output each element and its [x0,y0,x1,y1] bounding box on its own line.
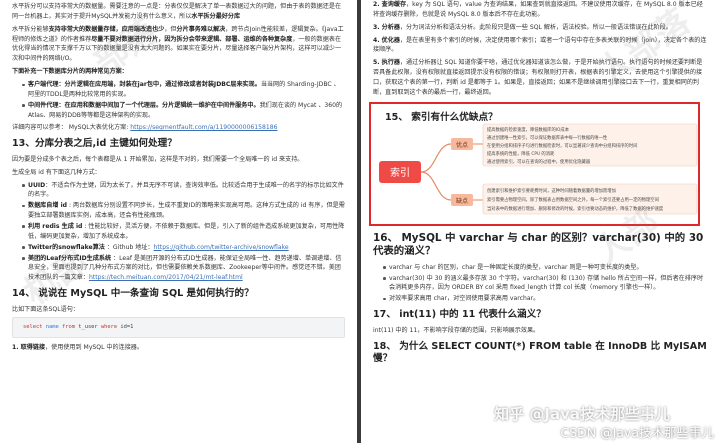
paragraph: 5. 执行器，通过分析器让 SQL 知道你要干啥，通过优化器知道该怎么做，于是开… [373,59,703,96]
reference-line: 详细内容可以参考： MySQL大表优化方案: https://segmentfa… [12,124,278,132]
section-heading-16: 16、 MySQL 中 varchar 与 char 的区别？varchar(3… [373,231,704,258]
bullet-list: 客户端代理：分片逻辑在应用端，封装在jar包中，通过修改或者封装JDBC层来实现… [12,80,345,120]
list-item: 美团的Leaf分布式ID生成系统 ：Leaf 是美团开源的分布式ID生成器，能保… [22,254,345,284]
right-page: 2. 查询缓存，key 为 SQL 语句，value 为查询结果，如果查到就直接… [361,0,720,443]
paragraph: 生成全局 id 有下面这几种方式： [12,168,101,176]
paragraph: int(11) 中的 11，不影响字段存储的范围，只影响展示效果。 [373,326,540,334]
pro-node-label: 优点 [456,141,468,149]
paragraph: 下面补充一下数据库分片的两种常见方案： [12,68,128,76]
con-node-label: 缺点 [456,197,468,205]
branch-line [420,171,452,201]
index-pros-cons-diagram: 索引 优点 缺点 提高数据的检索速度，降低数据库的IO成本 通过创建唯一性索引，… [379,123,698,215]
pro-item: 通过创建唯一性索引，可以保证数据库表中每一行数据的唯一性 [487,134,608,141]
con-item: 当对表中的数据进行增加、删除和修改的时候，索引也要动态的维护，降低了数据的维护速… [487,205,664,212]
paragraph: 因为要是分成多个表之后，每个表都是从 1 开始累加，这样是不对的，我们需要一个全… [12,155,304,163]
snowflake-link[interactable]: https://github.com/twitter-archive/snowf… [154,244,289,251]
section-heading-13: 13、分库分表之后,id 主键如何处理？ [12,138,177,150]
list-item: 中间件代理：在应用和数据中间加了一个代理层。分片逻辑统一维护在中间件服务中。我们… [22,101,345,121]
section-heading-14: 14、 说说在 MySQL 中一条查询 SQL 是如何执行的？ [12,288,254,300]
code-block: select name from t_user where id=1 [12,317,345,339]
section-heading-17: 17、 int(11) 中的 11 代表什么涵义？ [373,309,546,321]
list-item: Twitter的snowflake算法 ：Github 地址：https://g… [22,243,345,253]
id-methods-list: UUID：不适合作为主键，因为太长了，并且无序不可读，查询效率低。比较适合用于生… [12,181,345,284]
pro-item: 提高系统的性能，降低 CPU 的消耗 [487,150,555,157]
reference-link[interactable]: https://segmentfault.com/a/1190000006158… [130,124,277,131]
list-item: varchar(30) 中 30 的涵义最多存放 30 个字符。varchar(… [383,274,708,294]
list-item: 对效率要求高用 char，对空间使用要求高用 varchar。 [383,294,708,304]
zhihu-watermark: 知乎 @Java技术那些事儿 [494,405,670,423]
paragraph: 比如下面这条SQL语句： [12,305,79,313]
center-node-label: 索引 [390,166,410,179]
left-page: 水平拆分可以支持非常大的数据量。需要注意的一点是：分表仅仅是解决了单一表数据过大… [0,0,357,443]
pro-item: 提高数据的检索速度，降低数据库的IO成本 [487,126,570,133]
paragraph: 4. 优化器，是在表里有多个索引的时候，决定使用哪个索引；或者一个语句中存在多表… [373,36,707,54]
list-item: UUID：不适合作为主键，因为太长了，并且无序不可读，查询效率低。比较适合用于生… [22,181,345,201]
paragraph: 水平拆分可以支持非常大的数据量。需要注意的一点是：分表仅仅是解决了单一表数据过大… [12,3,342,20]
pro-item: 通过使用索引，可以在查询的过程中，使用优化隐藏器 [487,158,591,165]
list-item: 客户端代理：分片逻辑在应用端，封装在jar包中，通过修改或者封装JDBC层来实现… [22,80,345,100]
con-item: 创建索引和维护索引要耗费时间，这种时间随着数据量的增加而增加 [487,187,616,194]
paragraph: 水平拆分能够支持非常大的数据量存储，应用端改造也少，但分片事务难以解决，跨节点J… [12,25,344,63]
varchar-list: varchar 与 char 的区别，char 是一种固定长度的类型，varch… [373,263,708,304]
list-item: 数据库自增 id : 两台数据库分别设置不同步长，生成不重复ID的策略来实现高可… [22,201,345,221]
pro-item: 在使用分组和排序子句进行数据检索时，可以显著减少查询中分组和排序的时间 [487,142,637,149]
paragraph: 1. 取得链接，使用使用到 MySQL 中的连接器。 [12,344,143,352]
leaf-link[interactable]: https://tech.meituan.com/2017/04/21/mt-l… [89,274,243,281]
list-item: varchar 与 char 的区别，char 是一种固定长度的类型，varch… [383,263,708,273]
branch-line [420,143,452,173]
paragraph: 3. 分析器，分为词法分析和语法分析。此阶段只是做一些 SQL 解析，语法校验。… [373,23,672,31]
csdn-watermark: CSDN @Java技术那些事儿 [560,425,714,440]
section-heading-18: 18、 为什么 SELECT COUNT(*) FROM table 在 Inn… [373,340,707,364]
list-item: 利用 redis 生成 id : 性能比较好，灵活方便，不依赖于数据库。但是，引… [22,222,345,242]
paragraph: 2. 查询缓存，key 为 SQL 语句，value 为查询结果，如果查到就直接… [373,1,703,18]
con-item: 索引需要占物理空间，除了数据表占用数据空间之外，每一个索引还要占用一定的物理空间 [487,196,659,203]
highlight-box: 15、 索引有什么优缺点？ 索引 优点 缺点 提高数据的检索速度，降低数据库的I… [369,101,700,226]
